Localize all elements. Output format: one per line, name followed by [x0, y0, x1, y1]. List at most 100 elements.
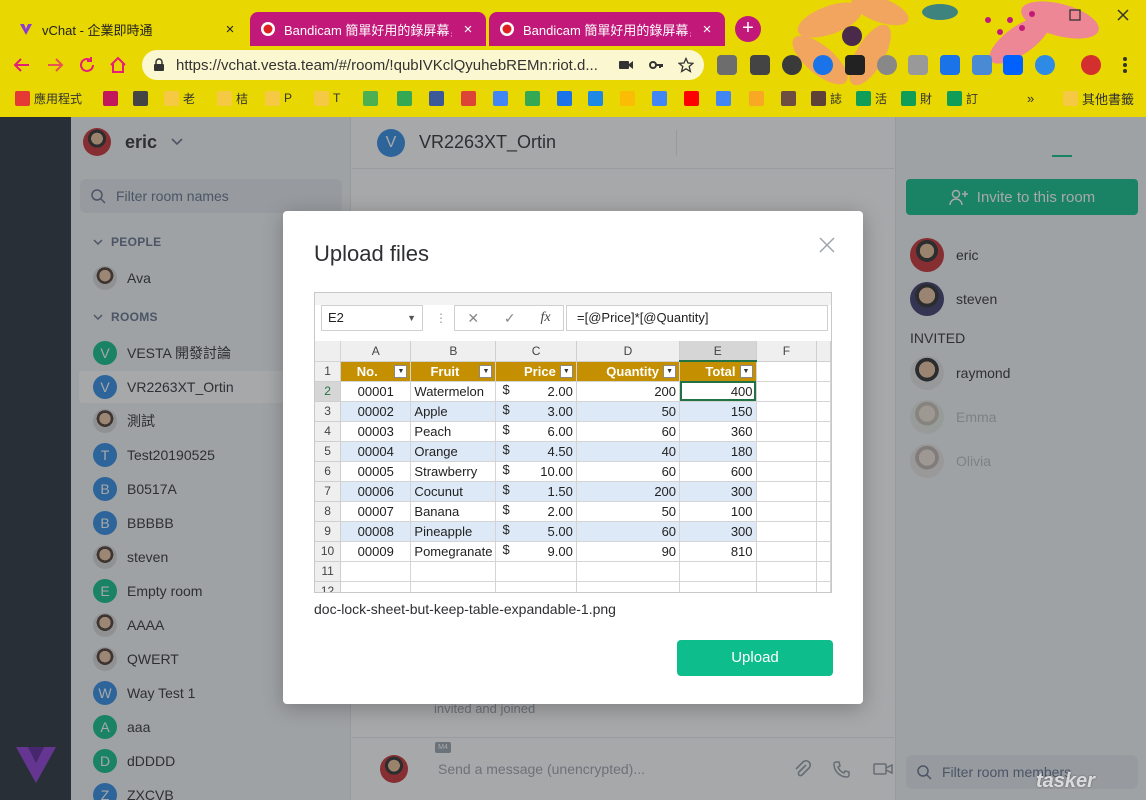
bookmark-icon — [493, 90, 508, 106]
bookmark-item[interactable] — [461, 89, 476, 107]
extension-icon[interactable] — [813, 55, 833, 75]
extension-icon[interactable] — [750, 55, 770, 75]
bookmark-item[interactable] — [429, 89, 444, 107]
speed-extension-icon[interactable] — [782, 55, 802, 75]
bookmark-icon — [588, 90, 603, 106]
cell: 300 — [679, 481, 757, 502]
back-arrow-icon[interactable] — [11, 54, 33, 76]
bookmark-icon — [525, 90, 540, 106]
cell — [756, 581, 818, 592]
cell — [410, 561, 497, 582]
cancel-icon: ✕ — [467, 309, 480, 326]
cell — [410, 581, 497, 592]
bookmark-item[interactable]: 老 — [164, 89, 195, 107]
new-tab-button[interactable]: + — [735, 16, 761, 42]
bookmark-item[interactable]: 應用程式 — [15, 89, 82, 107]
reload-icon[interactable] — [76, 54, 98, 76]
bookmark-item[interactable]: T — [314, 89, 340, 107]
bookmark-item[interactable] — [557, 89, 572, 107]
extension-icon[interactable] — [908, 55, 928, 75]
home-icon[interactable] — [107, 54, 129, 76]
tab-close-icon[interactable]: × — [699, 21, 715, 38]
bookmark-icon — [461, 90, 476, 106]
cell: 50 — [576, 501, 681, 522]
bookmark-item[interactable] — [620, 89, 635, 107]
corner-cell — [315, 341, 342, 362]
cell: Pomegranate — [410, 541, 497, 562]
cell — [756, 521, 818, 542]
cell: 400 — [679, 381, 757, 402]
cell: $3.00 — [495, 401, 577, 422]
edge-extension-icon[interactable] — [1035, 55, 1055, 75]
bookmark-item[interactable] — [133, 89, 148, 107]
tab-bandicam-1[interactable]: Bandicam 簡單好用的錄屏幕，輕 × — [250, 12, 486, 46]
bookmark-item[interactable]: 桔 — [217, 89, 248, 107]
tab-title: Bandicam 簡單好用的錄屏幕，輕 — [284, 22, 452, 38]
row-header: 12 — [315, 581, 342, 592]
tab-close-icon[interactable]: × — [460, 21, 476, 38]
table-header-cell: Fruit ▼ — [410, 361, 497, 382]
bookmark-icon — [103, 90, 118, 106]
bookmark-item[interactable] — [652, 89, 667, 107]
address-bar[interactable]: https://vchat.vesta.team/#/room/!qubIVKc… — [142, 50, 704, 80]
column-header: B — [410, 341, 497, 362]
bookmark-item[interactable] — [781, 89, 796, 107]
bookmark-item[interactable] — [588, 89, 603, 107]
tab-vchat[interactable]: vChat - 企業即時通 × — [8, 12, 248, 46]
cell: $9.00 — [495, 541, 577, 562]
currency-symbol: $ — [502, 421, 510, 437]
cell: 200 — [576, 381, 681, 402]
other-bookmarks-folder[interactable]: 其他書籤 — [1063, 89, 1134, 107]
cell: 150 — [679, 401, 757, 422]
bookmark-icon — [314, 90, 329, 106]
bookmark-item[interactable] — [397, 89, 412, 107]
screenshot-extension-icon[interactable] — [972, 55, 992, 75]
tab-strip: vChat - 企業即時通 × Bandicam 簡單好用的錄屏幕，輕 × Ba… — [0, 0, 1146, 46]
close-window-icon[interactable] — [1116, 8, 1130, 22]
table-header-cell: No. ▼ — [340, 361, 412, 382]
browser-menu-icon[interactable] — [1115, 55, 1135, 75]
download-extension-icon[interactable] — [717, 55, 737, 75]
bookmark-item[interactable] — [493, 89, 508, 107]
bookmark-label: P — [284, 91, 293, 105]
bookmarks-more-button[interactable]: » — [1027, 89, 1034, 107]
upload-button[interactable]: Upload — [677, 640, 833, 676]
key-icon[interactable] — [648, 57, 664, 73]
extension-icon[interactable] — [877, 55, 897, 75]
bookmark-item[interactable] — [684, 89, 699, 107]
react-extension-icon[interactable] — [845, 55, 865, 75]
dropbox-extension-icon[interactable] — [1003, 55, 1023, 75]
row-header: 9 — [315, 521, 342, 542]
bookmark-item[interactable] — [749, 89, 764, 107]
forward-arrow-icon[interactable] — [44, 54, 66, 76]
bookmark-item[interactable]: P — [265, 89, 292, 107]
bookmark-item[interactable]: 活 — [856, 89, 887, 107]
profile-avatar[interactable] — [1081, 55, 1101, 75]
link-extension-icon[interactable] — [940, 55, 960, 75]
bookmark-item[interactable] — [103, 89, 118, 107]
restore-window-icon[interactable] — [1068, 8, 1082, 22]
cell — [816, 401, 831, 422]
cell: 60 — [576, 461, 681, 482]
bookmark-item[interactable]: 財 — [901, 89, 932, 107]
close-icon[interactable] — [819, 237, 835, 253]
tab-close-icon[interactable]: × — [222, 21, 238, 38]
tab-bandicam-2[interactable]: Bandicam 簡單好用的錄屏幕，輕 × — [489, 12, 725, 46]
currency-symbol: $ — [502, 541, 510, 557]
bookmark-item[interactable] — [525, 89, 540, 107]
bookmark-icon — [557, 90, 572, 106]
row-header: 8 — [315, 501, 342, 522]
bookmark-label: 應用程式 — [34, 91, 83, 106]
star-icon[interactable] — [678, 57, 694, 73]
bookmarks-bar: 應用程式 老 桔 P T 誌 活 財 訂 — [0, 84, 1146, 112]
camera-blocked-icon[interactable] — [618, 57, 634, 73]
bookmark-item[interactable]: 訂 — [947, 89, 978, 107]
cell — [679, 581, 757, 592]
cell: 810 — [679, 541, 757, 562]
bookmark-item[interactable] — [716, 89, 731, 107]
column-header: D — [576, 341, 681, 362]
bookmark-item[interactable]: 誌 — [811, 89, 842, 107]
cell — [756, 441, 818, 462]
row-header: 2 — [315, 381, 342, 402]
bookmark-item[interactable] — [363, 89, 378, 107]
